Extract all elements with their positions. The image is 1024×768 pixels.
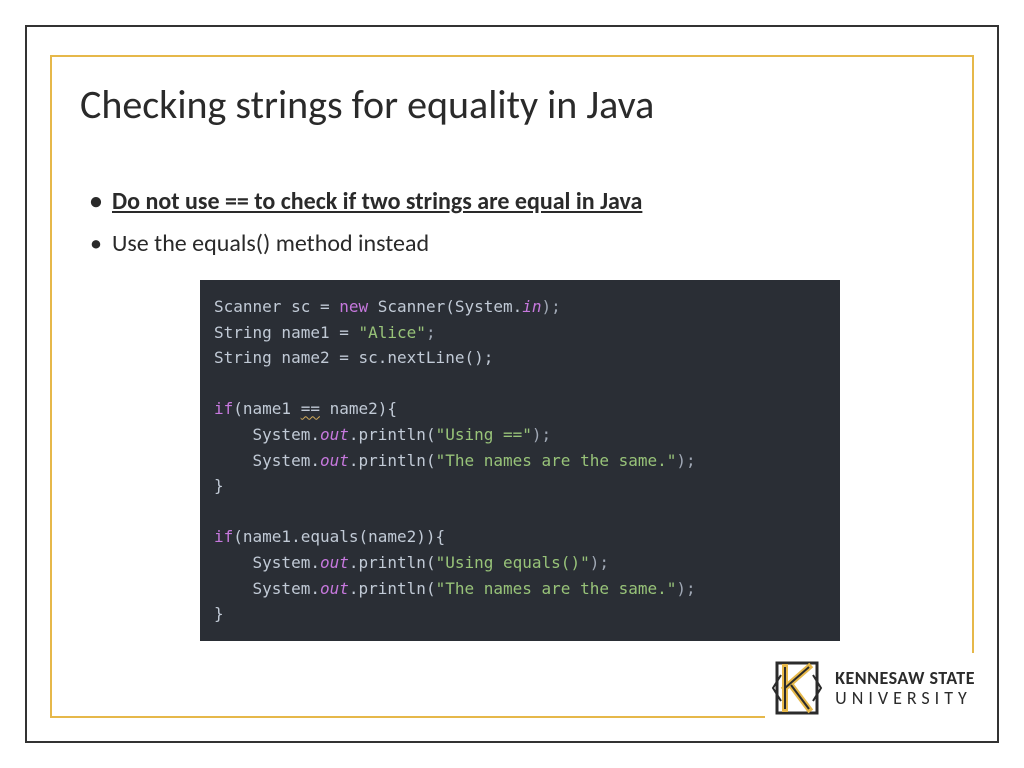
bullet-list: Do not use == to check if two strings ar… [90, 184, 944, 262]
code-line: String name2 = sc.nextLine(); [214, 348, 493, 367]
slide-content: Checking strings for equality in Java Do… [80, 80, 944, 708]
code-line: System.out.println("The names are the sa… [214, 579, 696, 598]
logo-line2: UNIVERSITY [835, 689, 975, 707]
code-line: if(name1.equals(name2)){ [214, 527, 445, 546]
logo-icon [769, 657, 825, 719]
code-line: if(name1 == name2){ [214, 399, 397, 418]
code-block: Scanner sc = new Scanner(System.in); Str… [200, 280, 840, 641]
logo-line1: KENNESAW STATE [835, 669, 975, 687]
code-line: System.out.println("Using =="); [214, 425, 551, 444]
university-logo: KENNESAW STATE UNIVERSITY [765, 653, 979, 723]
bullet-item: Do not use == to check if two strings ar… [90, 184, 944, 220]
logo-text: KENNESAW STATE UNIVERSITY [835, 669, 975, 707]
slide-title: Checking strings for equality in Java [80, 80, 944, 129]
code-line: } [214, 604, 224, 623]
code-line: Scanner sc = new Scanner(System.in); [214, 297, 561, 316]
bullet-item: Use the equals() method instead [90, 226, 944, 262]
code-line: System.out.println("The names are the sa… [214, 451, 696, 470]
code-line: System.out.println("Using equals()"); [214, 553, 609, 572]
code-line: } [214, 476, 224, 495]
code-line: String name1 = "Alice"; [214, 323, 436, 342]
